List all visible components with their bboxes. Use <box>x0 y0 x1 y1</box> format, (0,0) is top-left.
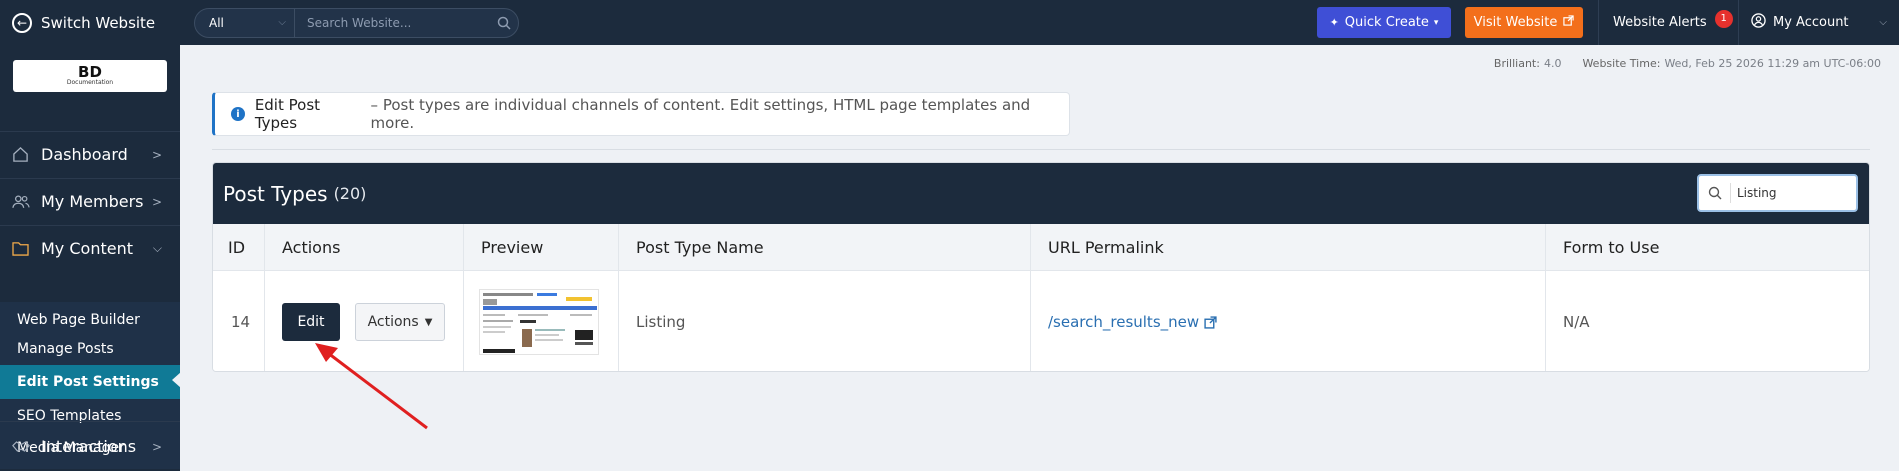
post-types-search <box>1697 174 1858 212</box>
sidebar-item-label: My Content <box>41 239 133 258</box>
table-header: ID Actions Preview Post Type Name URL Pe… <box>213 224 1869 271</box>
logo-subtext: Documentation <box>66 79 114 86</box>
annotation-arrow <box>315 343 428 430</box>
submenu-item-web-page-builder[interactable]: Web Page Builder <box>0 305 180 335</box>
version-value: 4.0 <box>1543 57 1562 70</box>
preview-thumbnail[interactable] <box>479 289 599 355</box>
page-title: Edit Post Types <box>254 96 321 132</box>
page-description: – Post types are individual channels of … <box>370 96 1031 132</box>
actions-label: Actions <box>367 314 419 330</box>
sidebar-item-my-members[interactable]: My Members > <box>0 178 180 224</box>
submenu-item-edit-post-settings[interactable]: Edit Post Settings <box>0 365 181 399</box>
sidebar-item-label: Interactions <box>41 437 137 456</box>
folder-icon <box>12 241 34 256</box>
permalink-link[interactable]: /search_results_new <box>1048 313 1199 331</box>
logo-text: BD <box>78 63 102 81</box>
info-icon: i <box>231 107 245 121</box>
search-scope-select[interactable]: All ⌵ <box>195 8 295 37</box>
website-time-value: Wed, Feb 25 2026 11:29 am UTC-06:00 <box>1664 57 1881 70</box>
submenu-item-label: Web Page Builder <box>17 312 140 328</box>
website-alerts-button[interactable]: Website Alerts 1 <box>1598 0 1738 45</box>
sidebar-item-dashboard[interactable]: Dashboard > <box>0 131 180 177</box>
alerts-count-badge: 1 <box>1714 9 1733 28</box>
external-link-icon <box>1563 15 1575 30</box>
switch-website-button[interactable]: ← Switch Website <box>0 0 180 45</box>
page-info-banner: i Edit Post Types – Post types are indiv… <box>212 92 1070 136</box>
row-id: 14 <box>231 313 251 331</box>
row-preview-cell <box>463 271 618 371</box>
chevron-right-icon: > <box>151 194 162 209</box>
chevron-right-icon: > <box>151 439 162 454</box>
search-input[interactable] <box>295 8 490 37</box>
post-types-count: (20) <box>333 184 367 203</box>
handshake-icon <box>12 439 34 454</box>
panel-header: Post Types (20) <box>213 163 1869 224</box>
row-post-type-name: Listing <box>618 271 1030 371</box>
quick-create-label: Quick Create <box>1344 15 1429 30</box>
post-types-search-input[interactable] <box>1731 186 1851 200</box>
chevron-down-icon: ⌵ <box>152 241 162 255</box>
column-header-url-permalink[interactable]: URL Permalink <box>1030 224 1545 270</box>
table-row: 14 Edit Actions ▼ Listing /search_result… <box>213 271 1869 371</box>
my-account-label: My Account <box>1773 15 1849 30</box>
post-types-panel: Post Types (20) ID Actions Preview Post … <box>212 162 1870 372</box>
version-label: Brilliant: <box>1493 57 1540 70</box>
website-time-label: Website Time: <box>1582 57 1661 70</box>
sidebar-item-my-content[interactable]: My Content ⌵ <box>0 225 180 271</box>
submenu-item-manage-posts[interactable]: Manage Posts <box>0 334 180 364</box>
row-form-to-use: N/A <box>1545 271 1869 371</box>
panel-title: Post Types <box>223 181 328 206</box>
chevron-down-icon: ▾ <box>1433 17 1439 28</box>
column-header-form-to-use[interactable]: Form to Use <box>1545 224 1869 270</box>
caret-down-icon: ▼ <box>424 316 433 328</box>
sidebar-item-label: Dashboard <box>41 145 128 164</box>
chevron-down-icon: ⌵ <box>278 17 286 28</box>
sidebar: BD Documentation Dashboard > My Members … <box>0 45 181 471</box>
my-account-button[interactable]: My Account ⌵ <box>1738 0 1899 45</box>
column-header-preview: Preview <box>463 224 618 270</box>
divider <box>212 149 1870 150</box>
submenu-item-label: Manage Posts <box>17 341 114 357</box>
row-permalink-cell: /search_results_new <box>1030 271 1545 371</box>
switch-website-label: Switch Website <box>41 13 156 32</box>
sidebar-item-interactions[interactable]: Interactions > <box>0 421 180 471</box>
column-header-actions: Actions <box>264 224 463 270</box>
website-alerts-label: Website Alerts <box>1613 15 1707 30</box>
site-logo[interactable]: BD Documentation <box>13 60 167 92</box>
visit-website-label: Visit Website <box>1473 15 1558 30</box>
chevron-right-icon: > <box>151 147 162 162</box>
visit-website-button[interactable]: Visit Website <box>1465 7 1583 38</box>
home-icon <box>12 146 34 163</box>
search-icon[interactable] <box>490 16 518 30</box>
user-circle-icon <box>1751 13 1766 32</box>
global-search: All ⌵ <box>194 7 519 38</box>
actions-dropdown-button[interactable]: Actions ▼ <box>355 303 445 341</box>
column-header-post-type-name[interactable]: Post Type Name <box>618 224 1030 270</box>
sparkle-icon: ✦ <box>1329 16 1339 29</box>
back-arrow-icon: ← <box>12 12 32 33</box>
column-header-id[interactable]: ID <box>213 224 264 270</box>
search-scope-value: All <box>209 15 224 30</box>
search-icon <box>1699 183 1731 203</box>
top-bar: ← Switch Website All ⌵ ✦ Quick Create ▾ … <box>0 0 1899 45</box>
sidebar-item-label: My Members <box>41 192 144 211</box>
chevron-down-icon: ⌵ <box>1879 17 1887 28</box>
users-icon <box>12 194 34 209</box>
site-meta: Brilliant: 4.0 Website Time: Wed, Feb 25 2… <box>1494 57 1881 70</box>
external-link-icon[interactable] <box>1204 315 1217 329</box>
quick-create-button[interactable]: ✦ Quick Create ▾ <box>1317 7 1451 38</box>
submenu-item-label: Edit Post Settings <box>17 374 159 390</box>
edit-button[interactable]: Edit <box>282 303 340 341</box>
